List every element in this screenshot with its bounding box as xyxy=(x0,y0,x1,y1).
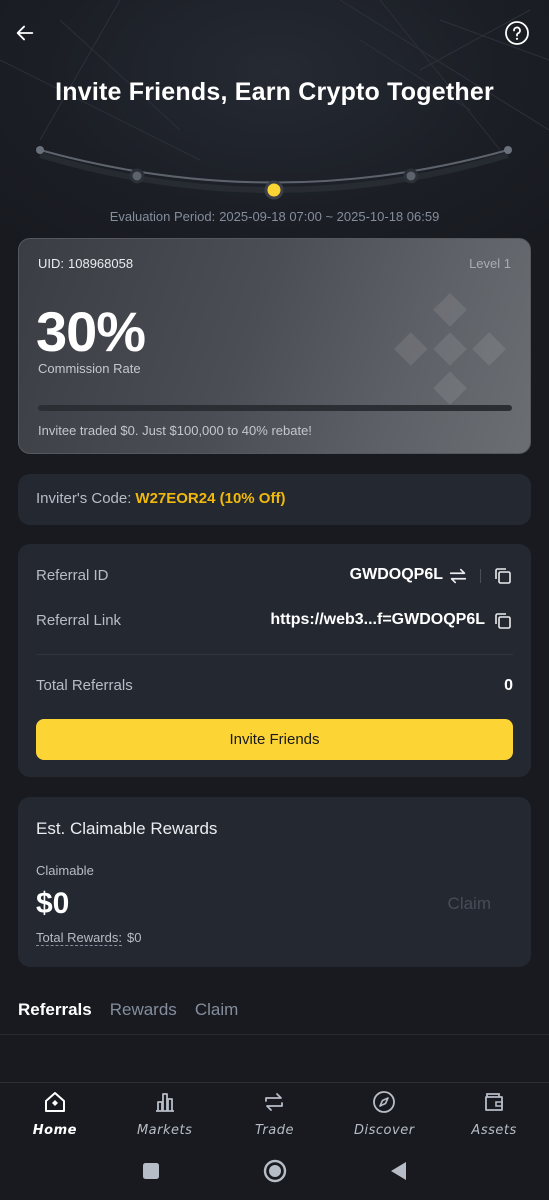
hero-banner: Invite Friends, Earn Crypto Together Eva… xyxy=(0,0,549,240)
commission-level-card: UID: 108968058 Level 1 30% Commission Rat… xyxy=(18,238,531,454)
copy-referral-id-icon[interactable] xyxy=(493,566,513,586)
home-icon xyxy=(44,1092,65,1112)
uid: UID: 108968058 xyxy=(38,256,133,271)
level-node xyxy=(129,168,145,184)
arrow-left-icon xyxy=(16,25,34,41)
switch-referral-id-icon[interactable] xyxy=(447,565,469,587)
nav-discover-label: Discover xyxy=(354,1123,415,1138)
invite-friends-button[interactable]: Invite Friends xyxy=(36,719,513,760)
nav-assets-label: Assets xyxy=(471,1123,517,1138)
nav-markets-label: Markets xyxy=(136,1123,193,1138)
rebate-progress-note: Invitee traded $0. Just $100,000 to 40% … xyxy=(38,423,312,438)
referral-link-value: https://web3...f=GWDOQP6L xyxy=(270,611,485,628)
divider xyxy=(0,1034,549,1035)
bottom-navigation: Home Markets Trade Discover Assets xyxy=(0,1082,549,1142)
commission-rate-value: 30% xyxy=(36,300,146,363)
inviter-code-card: Inviter's Code: W27EOR24 (10% Off) xyxy=(18,474,531,525)
total-rewards: Total Rewards: $0 xyxy=(36,930,142,946)
referral-link-label: Referral Link xyxy=(36,612,122,629)
question-circle-icon xyxy=(505,21,529,45)
claimable-rewards-card: Est. Claimable Rewards Claimable $0 Clai… xyxy=(18,797,531,967)
evaluation-period-range: 2025-09-18 07:00 ~ 2025-10-18 06:59 xyxy=(219,209,440,224)
compass-icon xyxy=(373,1091,396,1113)
claim-button[interactable]: Claim xyxy=(448,894,491,914)
level-node xyxy=(403,168,419,184)
inviter-code-value: W27EOR24 (10% Off) xyxy=(135,490,286,507)
divider xyxy=(36,654,513,655)
nav-home[interactable]: Home xyxy=(0,1083,110,1142)
level-node xyxy=(36,146,44,154)
nav-discover[interactable]: Discover xyxy=(329,1083,439,1142)
divider xyxy=(480,569,481,583)
tab-referrals[interactable]: Referrals xyxy=(18,1000,92,1020)
referral-id-value: GWDOQP6L xyxy=(349,566,443,583)
referral-card: Referral ID GWDOQP6L Referral Link https… xyxy=(18,544,531,777)
square-icon xyxy=(142,1163,159,1179)
nav-markets[interactable]: Markets xyxy=(110,1083,220,1142)
wallet-icon xyxy=(485,1093,503,1111)
swap-arrows-icon xyxy=(265,1093,284,1111)
section-tabs: Referrals Rewards Claim xyxy=(18,1000,238,1020)
referral-id-label: Referral ID xyxy=(36,567,109,584)
page-title: Invite Friends, Earn Crypto Together xyxy=(55,78,494,106)
claimable-label: Claimable xyxy=(36,863,94,878)
system-navigation-bar xyxy=(0,1142,549,1200)
level-node-current xyxy=(264,180,284,200)
uid-label: UID: xyxy=(38,256,64,271)
nav-trade-label: Trade xyxy=(254,1123,294,1138)
total-referrals-value: 0 xyxy=(504,677,513,694)
circle-icon xyxy=(263,1159,286,1183)
copy-referral-link-icon[interactable] xyxy=(493,611,513,631)
home-system-button[interactable] xyxy=(263,1159,287,1183)
binance-logo-watermark-icon xyxy=(394,293,506,405)
tab-rewards[interactable]: Rewards xyxy=(110,1000,177,1020)
uid-value: 108968058 xyxy=(68,256,134,271)
triangle-back-icon xyxy=(390,1162,406,1180)
nav-trade[interactable]: Trade xyxy=(220,1083,330,1142)
rebate-progress-bar xyxy=(38,405,512,411)
rewards-title: Est. Claimable Rewards xyxy=(36,819,218,838)
nav-assets[interactable]: Assets xyxy=(439,1083,549,1142)
claimable-amount: $0 xyxy=(36,887,70,920)
level-badge: Level 1 xyxy=(469,256,511,271)
inviter-code: Inviter's Code: W27EOR24 (10% Off) xyxy=(36,490,285,507)
hero-decoration xyxy=(0,0,549,200)
tab-claim[interactable]: Claim xyxy=(195,1000,238,1020)
total-rewards-label[interactable]: Total Rewards: xyxy=(36,930,122,946)
bar-chart-icon xyxy=(155,1093,174,1112)
recents-button[interactable] xyxy=(139,1159,163,1183)
total-referrals-label: Total Referrals xyxy=(36,677,133,694)
back-system-button[interactable] xyxy=(387,1159,411,1183)
back-button[interactable] xyxy=(10,18,40,48)
inviter-code-label: Inviter's Code: xyxy=(36,490,132,507)
evaluation-period-label: Evaluation Period: xyxy=(109,209,216,224)
commission-rate-label: Commission Rate xyxy=(38,361,141,376)
nav-home-label: Home xyxy=(32,1123,77,1138)
help-button[interactable] xyxy=(502,18,532,48)
evaluation-period: Evaluation Period: 2025-09-18 07:00 ~ 202… xyxy=(0,209,549,224)
level-node xyxy=(504,146,512,154)
total-rewards-value: $0 xyxy=(126,930,142,945)
